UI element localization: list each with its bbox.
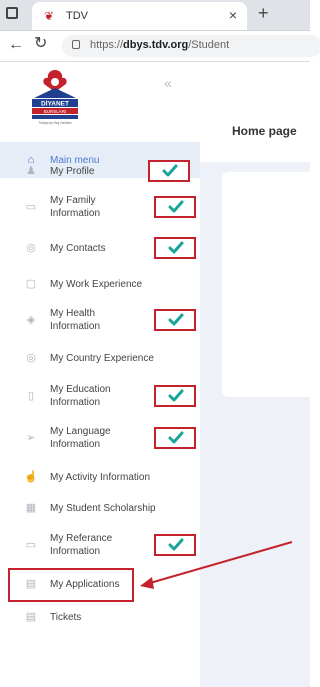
folder-icon: ▭: [25, 539, 37, 551]
sidebar-item-label: My Student Scholarship: [50, 502, 156, 514]
url-domain: dbys.tdv.org: [123, 39, 189, 51]
main-content: Home page: [200, 62, 310, 687]
folder-icon: ▭: [25, 201, 37, 213]
sidebar-item-label: Tickets: [50, 611, 82, 623]
browser-tab[interactable]: ❦ TDV ×: [32, 2, 247, 30]
checkmark-annotation: [148, 160, 190, 182]
url-field[interactable]: https://dbys.tdv.org/Student: [62, 35, 320, 57]
checkmark-annotation: [154, 237, 196, 259]
annotation-highlight-box: [8, 568, 134, 602]
calendar-icon: ▦: [25, 502, 37, 514]
sidebar-item[interactable]: ▤ Tickets: [0, 602, 200, 632]
sidebar-item-label: My Activity Information: [50, 471, 151, 483]
book-icon: ▯: [27, 390, 35, 402]
check-icon: [168, 241, 184, 254]
sidebar-item[interactable]: ◎ My Country Experience: [0, 343, 200, 373]
logo-text-bottom: Türkiye'ye Hoş Geldiniz: [38, 121, 72, 125]
send-icon: ➢: [26, 432, 36, 444]
sidebar-item[interactable]: ▦ My Student Scholarship: [0, 493, 200, 523]
checkmark-annotation: [154, 196, 196, 218]
new-tab-icon[interactable]: +: [258, 3, 269, 23]
diyanet-burslari-logo: DİYANET BURSLARI Türkiye'ye Hoş Geldiniz: [32, 70, 78, 125]
page-title: Home page: [232, 124, 297, 138]
globe-icon: ◎: [26, 352, 36, 364]
reload-icon[interactable]: ↻: [34, 35, 47, 53]
check-icon: [168, 389, 184, 402]
browser-tab-bar: ❦ TDV × +: [0, 0, 310, 31]
url-path: /Student: [188, 39, 230, 51]
checkmark-annotation: [154, 534, 196, 556]
briefcase-icon: ▢: [25, 278, 37, 290]
sidebar-item-label: My Work Experience: [50, 278, 143, 290]
checkmark-annotation: [154, 427, 196, 449]
eye-icon: ◈: [26, 314, 36, 326]
thumbs-up-icon: ☝: [24, 471, 38, 483]
sidebar-item-label: My Contacts: [50, 242, 106, 254]
home-card: [222, 172, 310, 397]
check-icon: [168, 200, 184, 213]
lock-icon: [72, 40, 80, 49]
checkmark-annotation: [154, 385, 196, 407]
tdv-favicon-icon: ❦: [44, 9, 55, 23]
logo-text-top: DİYANET: [41, 100, 69, 108]
globe-icon: ◎: [26, 242, 36, 254]
sidebar-item[interactable]: ☝ My Activity Information: [0, 462, 200, 492]
back-arrow-icon[interactable]: ←: [8, 36, 24, 54]
check-icon: [168, 313, 184, 326]
sidebar-item[interactable]: ▢ My Work Experience: [0, 269, 200, 299]
address-bar: ← ↻ https://dbys.tdv.org/Student: [0, 31, 320, 62]
collapse-sidebar-button[interactable]: «: [164, 76, 172, 90]
sidebar-item-label: My Language Information: [50, 426, 111, 450]
sidebar-item-label: My Referance Information: [50, 533, 113, 557]
inbox-icon: ▤: [25, 611, 37, 623]
check-icon: [168, 538, 184, 551]
checkmark-annotation: [154, 309, 196, 331]
window-menu-icon[interactable]: [6, 7, 18, 19]
sidebar-item-label: My Family Information: [50, 195, 101, 219]
sidebar-item-label: My Education Information: [50, 384, 111, 408]
sidebar-item-label: My Country Experience: [50, 352, 154, 364]
tab-title: TDV: [66, 10, 88, 22]
logo-text-mid: BURSLARI: [44, 109, 67, 114]
sidebar-item-label: My Health Information: [50, 308, 101, 332]
main-header: Home page: [200, 62, 310, 162]
url-prefix: https://: [90, 39, 124, 51]
user-icon: ♟: [26, 165, 36, 177]
url-text: https://dbys.tdv.org/Student: [90, 39, 229, 51]
sidebar-item-label: My Profile: [50, 165, 95, 177]
check-icon: [162, 164, 178, 177]
check-icon: [168, 431, 184, 444]
close-tab-icon[interactable]: ×: [229, 7, 237, 23]
